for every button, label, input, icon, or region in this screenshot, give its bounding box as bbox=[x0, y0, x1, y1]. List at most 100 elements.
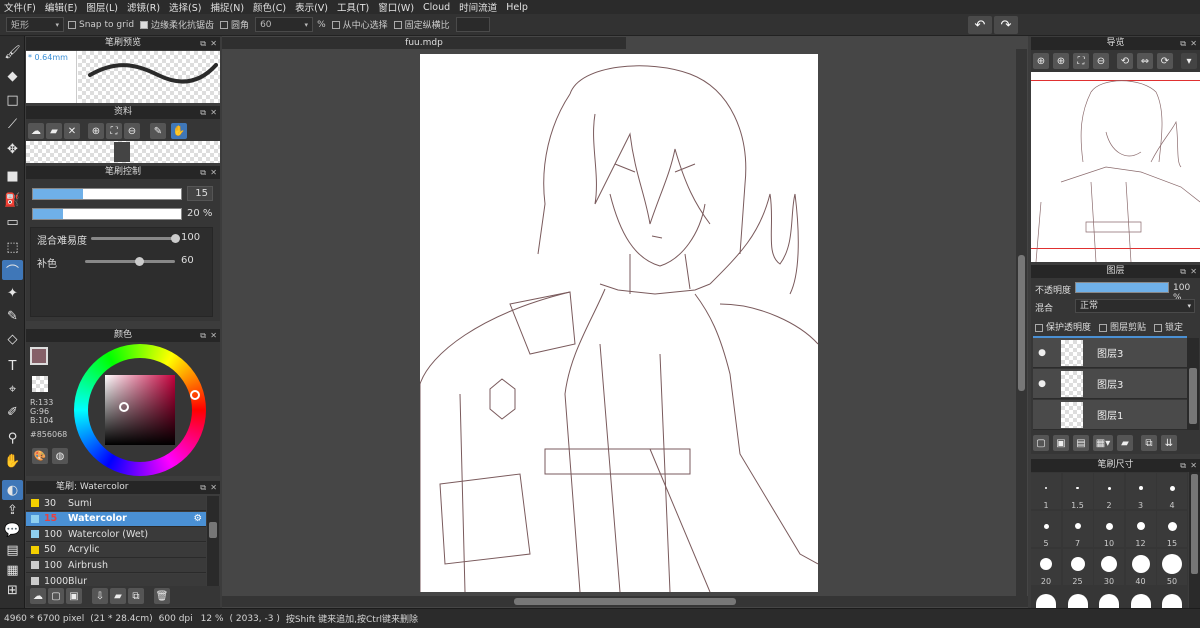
layer-list-scrollbar[interactable] bbox=[1187, 338, 1199, 430]
brush-size-slider[interactable] bbox=[32, 188, 182, 200]
duplicate-layer-button[interactable]: ⧉ bbox=[1141, 435, 1157, 451]
popout-icon[interactable]: ⧉ bbox=[1180, 265, 1186, 278]
popout-icon[interactable]: ⧉ bbox=[200, 166, 206, 179]
brush-size-scroll-thumb[interactable] bbox=[1191, 474, 1198, 574]
brush-new-button[interactable]: ▢ bbox=[48, 588, 64, 604]
close-icon[interactable]: ✕ bbox=[210, 329, 217, 342]
main-color-swatch[interactable] bbox=[30, 347, 48, 365]
fill-rect-tool[interactable]: ■ bbox=[2, 166, 23, 186]
material-strip[interactable] bbox=[26, 141, 220, 163]
fill-slider[interactable] bbox=[85, 260, 175, 263]
dropper-tool[interactable]: ⚲ bbox=[2, 428, 23, 448]
brush-size-scrollbar[interactable] bbox=[1189, 472, 1200, 608]
nav-rotate-right-button[interactable]: ⟳ bbox=[1157, 53, 1173, 69]
lasso-tool[interactable]: ⌒ bbox=[2, 260, 23, 280]
balloon-button[interactable]: ▤ bbox=[2, 540, 23, 560]
brush-delete-button[interactable]: 🗑 bbox=[154, 588, 170, 604]
material-delete-button[interactable]: ✕ bbox=[64, 123, 80, 139]
new-layer2-button[interactable]: ▣ bbox=[1053, 435, 1069, 451]
antialias-checkbox[interactable]: 边缘柔化抗锯齿 bbox=[140, 18, 214, 31]
popout-icon[interactable]: ⧉ bbox=[200, 106, 206, 119]
material-hand-button[interactable]: ✋ bbox=[171, 123, 187, 139]
close-icon[interactable]: ✕ bbox=[210, 481, 217, 494]
material-dropper-button[interactable]: ✎ bbox=[150, 123, 166, 139]
round-value-input[interactable]: 60 ▾ bbox=[255, 17, 314, 32]
canvas-h-scroll-thumb[interactable] bbox=[514, 598, 736, 605]
close-icon[interactable]: ✕ bbox=[210, 106, 217, 119]
color-settings-button[interactable]: ◍ bbox=[52, 448, 68, 464]
page-button[interactable]: ▦ bbox=[2, 560, 23, 580]
popout-icon[interactable]: ⧉ bbox=[200, 329, 206, 342]
layer-scroll-thumb[interactable] bbox=[1189, 368, 1197, 424]
brush-cloud-button[interactable]: ☁ bbox=[30, 588, 46, 604]
material-fit-button[interactable]: ⛶ bbox=[106, 123, 122, 139]
bucket-tool[interactable]: ⛽ bbox=[2, 190, 23, 210]
nav-zoom-in2-button[interactable]: ⊕ bbox=[1053, 53, 1069, 69]
brush-list-item[interactable]: 100 Watercolor (Wet) bbox=[26, 527, 206, 543]
brush-list-scroll-thumb[interactable] bbox=[209, 522, 217, 538]
material-zoom-out-button[interactable]: ⊖ bbox=[124, 123, 140, 139]
gear-icon[interactable]: ⚙ bbox=[193, 513, 202, 524]
shape-select[interactable]: 矩形 ▾ bbox=[6, 17, 64, 32]
lock-checkbox[interactable]: 锁定 bbox=[1154, 320, 1183, 333]
nav-flip-button[interactable]: ⇔ bbox=[1137, 53, 1153, 69]
material-zoom-in-button[interactable]: ⊕ bbox=[88, 123, 104, 139]
menu-item[interactable]: 捕捉(N) bbox=[211, 0, 245, 14]
menu-item[interactable]: 编辑(E) bbox=[45, 0, 77, 14]
rect-tool[interactable]: □ bbox=[2, 90, 23, 110]
nav-rotate-left-button[interactable]: ⟲ bbox=[1117, 53, 1133, 69]
line-tool[interactable]: ⟋ bbox=[2, 114, 23, 134]
material-thumbnail[interactable] bbox=[114, 142, 130, 162]
canvas-v-scroll-thumb[interactable] bbox=[1018, 255, 1025, 391]
popout-icon[interactable]: ⧉ bbox=[200, 481, 206, 494]
visibility-icon[interactable]: ● bbox=[1033, 379, 1051, 389]
layer-row[interactable]: ● 图层3 bbox=[1033, 338, 1187, 368]
brush-list-scrollbar[interactable] bbox=[207, 496, 219, 586]
new-layer-button[interactable]: ▢ bbox=[1033, 435, 1049, 451]
merge-layer-button[interactable]: ⇊ bbox=[1161, 435, 1177, 451]
menu-item[interactable]: 窗口(W) bbox=[378, 0, 414, 14]
close-icon[interactable]: ✕ bbox=[1190, 459, 1197, 472]
transparent-swatch[interactable] bbox=[32, 376, 48, 392]
brush-import-button[interactable]: ⇩ bbox=[92, 588, 108, 604]
round-corner-checkbox[interactable]: 圆角 bbox=[220, 18, 249, 31]
popout-icon[interactable]: ⧉ bbox=[1180, 459, 1186, 472]
select-tool[interactable]: ⬚ bbox=[2, 237, 23, 257]
fill-knob[interactable] bbox=[135, 257, 144, 266]
canvas-paper[interactable] bbox=[420, 54, 818, 592]
menu-item[interactable]: 滤镜(R) bbox=[127, 0, 160, 14]
eraser-tool[interactable]: ◆ bbox=[2, 66, 23, 86]
menu-item[interactable]: 颜色(C) bbox=[253, 0, 286, 14]
material-open-button[interactable]: ▰ bbox=[46, 123, 62, 139]
nav-more-button[interactable]: ▾ bbox=[1181, 53, 1197, 69]
halftone-layer-button[interactable]: ▤ bbox=[1073, 435, 1089, 451]
menu-item[interactable]: Help bbox=[506, 2, 528, 13]
comment-button[interactable]: 💬 bbox=[2, 520, 23, 540]
material-add-button[interactable]: ☁ bbox=[28, 123, 44, 139]
menu-item[interactable]: 时间流道 bbox=[459, 0, 497, 14]
brush-list-item[interactable]: 100 Airbrush bbox=[26, 558, 206, 574]
close-icon[interactable]: ✕ bbox=[1190, 37, 1197, 50]
layer-row[interactable]: ● 图层3 bbox=[1033, 369, 1187, 399]
clipping-checkbox[interactable]: 图层剪贴 bbox=[1099, 320, 1146, 333]
canvas-tab[interactable]: fuu.mdp bbox=[222, 37, 626, 49]
menu-item[interactable]: 表示(V) bbox=[295, 0, 328, 14]
text-tool[interactable]: T bbox=[2, 356, 23, 376]
layer-blend-select[interactable]: 正常 ▾ bbox=[1075, 299, 1195, 313]
add-layer-dropdown[interactable]: ▦▾ bbox=[1093, 435, 1113, 451]
palette-button[interactable]: 🎨 bbox=[32, 448, 48, 464]
ratio-input[interactable] bbox=[455, 17, 490, 32]
fixed-ratio-checkbox[interactable]: 固定纵横比 bbox=[393, 18, 450, 31]
menu-item[interactable]: 选择(S) bbox=[169, 0, 201, 14]
saturation-value-square[interactable] bbox=[105, 375, 175, 445]
hand-tool[interactable]: ✋ bbox=[2, 451, 23, 471]
hue-picker[interactable] bbox=[190, 390, 200, 400]
from-center-checkbox[interactable]: 从中心选择 bbox=[331, 18, 388, 31]
brush-tool[interactable]: 🖌 bbox=[2, 42, 23, 62]
grid-button[interactable]: ⊞ bbox=[2, 580, 23, 600]
visibility-icon[interactable]: ● bbox=[1033, 348, 1051, 358]
sv-picker[interactable] bbox=[119, 402, 129, 412]
popout-icon[interactable]: ⧉ bbox=[200, 37, 206, 50]
brush-size-input[interactable]: 15 bbox=[187, 186, 213, 201]
share-button[interactable]: ⇪ bbox=[2, 500, 23, 520]
